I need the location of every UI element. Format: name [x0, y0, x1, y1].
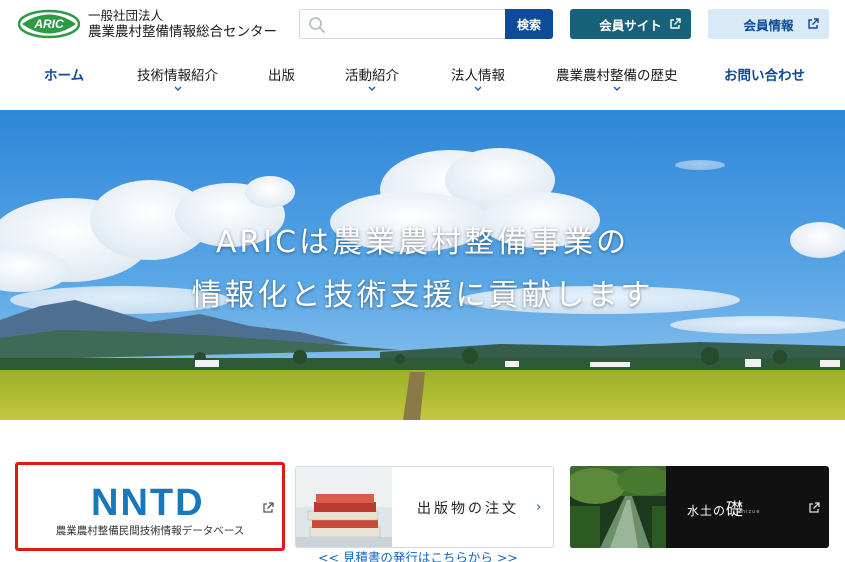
- hero-landscape-image: [0, 110, 845, 420]
- ishizue-title: 水土の礎: [687, 495, 744, 520]
- nav-item-label: ホーム: [44, 68, 85, 84]
- publications-order-banner[interactable]: 出版物の注文 ›: [295, 466, 554, 548]
- nav-item-label: 出版: [268, 68, 295, 84]
- hero-headline-line1: ARICは農業農村整備事業の: [215, 225, 630, 260]
- member-site-label: 会員サイト: [599, 17, 662, 33]
- external-link-icon: [670, 18, 681, 29]
- nav-item-label: 技術情報紹介: [137, 68, 218, 84]
- chevron-down-icon: [474, 86, 482, 91]
- canal-image: [570, 466, 666, 548]
- member-info-button[interactable]: 会員情報: [708, 9, 829, 39]
- ishizue-subtitle: ishizue: [736, 509, 761, 515]
- external-link-icon: [809, 502, 820, 513]
- chevron-down-icon: [613, 86, 621, 91]
- nntd-caption: 農業農村整備民間技術情報データベース: [55, 525, 245, 537]
- nav-item-corporate-info[interactable]: 法人情報: [451, 64, 505, 91]
- nav-item-label: お問い合わせ: [724, 68, 805, 84]
- ishizue-title-small: 水土の: [687, 504, 727, 518]
- books-image: [296, 467, 392, 547]
- nav-item-publishing[interactable]: 出版: [268, 64, 295, 84]
- hero-headline-line2: 情報化と技術支援に貢献します: [191, 278, 654, 313]
- search-icon: [309, 17, 325, 33]
- ishizue-banner[interactable]: 水土の礎 ishizue: [570, 466, 829, 548]
- aric-logo[interactable]: ARIC: [18, 9, 80, 39]
- nav-item-label: 活動紹介: [345, 68, 399, 84]
- nav-item-label: 農業農村整備の歴史: [556, 68, 678, 84]
- nntd-logo: NNTD: [91, 482, 205, 524]
- member-site-button[interactable]: 会員サイト: [570, 9, 691, 39]
- chevron-down-icon: [174, 86, 181, 91]
- org-full-name: 農業農村整備情報総合センター: [88, 24, 277, 40]
- main-navigation: ホーム 技術情報紹介 出版 活動紹介 法人情報 農業農村整備の歴史 お問い合わせ: [0, 56, 845, 104]
- svg-text:ARIC: ARIC: [33, 17, 64, 31]
- search-bar: 検索: [299, 9, 555, 39]
- publications-order-title: 出版物の注文: [417, 501, 519, 517]
- chevron-right-icon: ›: [536, 500, 542, 515]
- external-link-icon: [263, 502, 274, 513]
- nav-item-activities[interactable]: 活動紹介: [345, 64, 399, 91]
- nav-item-home[interactable]: ホーム: [44, 64, 84, 84]
- org-type: 一般社団法人: [88, 8, 164, 23]
- external-link-icon: [808, 18, 819, 29]
- nav-item-contact[interactable]: お問い合わせ: [724, 64, 805, 84]
- site-header: ARIC 一般社団法人 農業農村整備情報総合センター 検索 会員サイト 会員情報: [0, 0, 845, 52]
- nntd-banner[interactable]: NNTD 農業農村整備民間技術情報データベース: [15, 462, 285, 551]
- nav-item-history[interactable]: 農業農村整備の歴史: [556, 64, 678, 91]
- organization-name: 一般社団法人 農業農村整備情報総合センター: [88, 8, 277, 40]
- nav-item-label: 法人情報: [451, 68, 505, 84]
- nav-item-tech-info[interactable]: 技術情報紹介: [137, 64, 218, 91]
- search-button[interactable]: 検索: [505, 9, 553, 39]
- estimate-issue-link[interactable]: << 見積書の発行はこちらから >>: [318, 547, 518, 562]
- member-info-label: 会員情報: [743, 17, 794, 33]
- hero-banner: ARICは農業農村整備事業の 情報化と技術支援に貢献します: [0, 110, 845, 420]
- search-input[interactable]: [299, 9, 505, 39]
- chevron-down-icon: [368, 86, 376, 91]
